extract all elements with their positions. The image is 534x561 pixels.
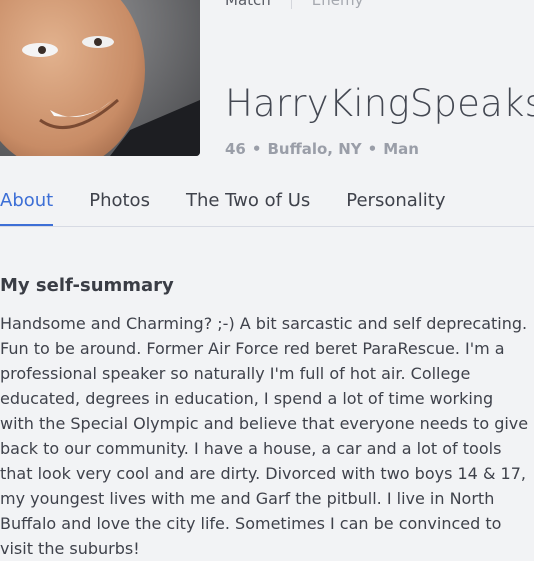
tab-about[interactable]: About: [0, 190, 54, 226]
divider: [290, 0, 292, 9]
self-summary-text: Handsome and Charming? ;-) A bit sarcast…: [0, 314, 529, 558]
separator-dot: •: [251, 140, 262, 158]
gender: Man: [383, 140, 419, 158]
section-title: My self-summary: [0, 275, 174, 296]
age: 46: [225, 140, 246, 158]
username: HarryKingSpeaks: [225, 82, 534, 125]
enemy-button[interactable]: Enemy: [312, 0, 364, 9]
profile-meta: 46 • Buffalo, NY • Man: [225, 140, 419, 158]
tab-personality[interactable]: Personality: [346, 190, 445, 224]
profile-tabs: About Photos The Two of Us Personality: [0, 190, 534, 227]
location: Buffalo, NY: [267, 140, 362, 158]
tab-photos[interactable]: Photos: [89, 190, 150, 224]
profile-photo[interactable]: [0, 0, 200, 156]
match-enemy-row: Match Enemy: [225, 0, 363, 9]
profile-header: Match Enemy HarryKingSpeaks 46 • Buffalo, …: [0, 0, 534, 175]
match-button[interactable]: Match: [225, 0, 271, 9]
tab-the-two-of-us[interactable]: The Two of Us: [186, 190, 310, 224]
separator-dot: •: [367, 140, 378, 158]
